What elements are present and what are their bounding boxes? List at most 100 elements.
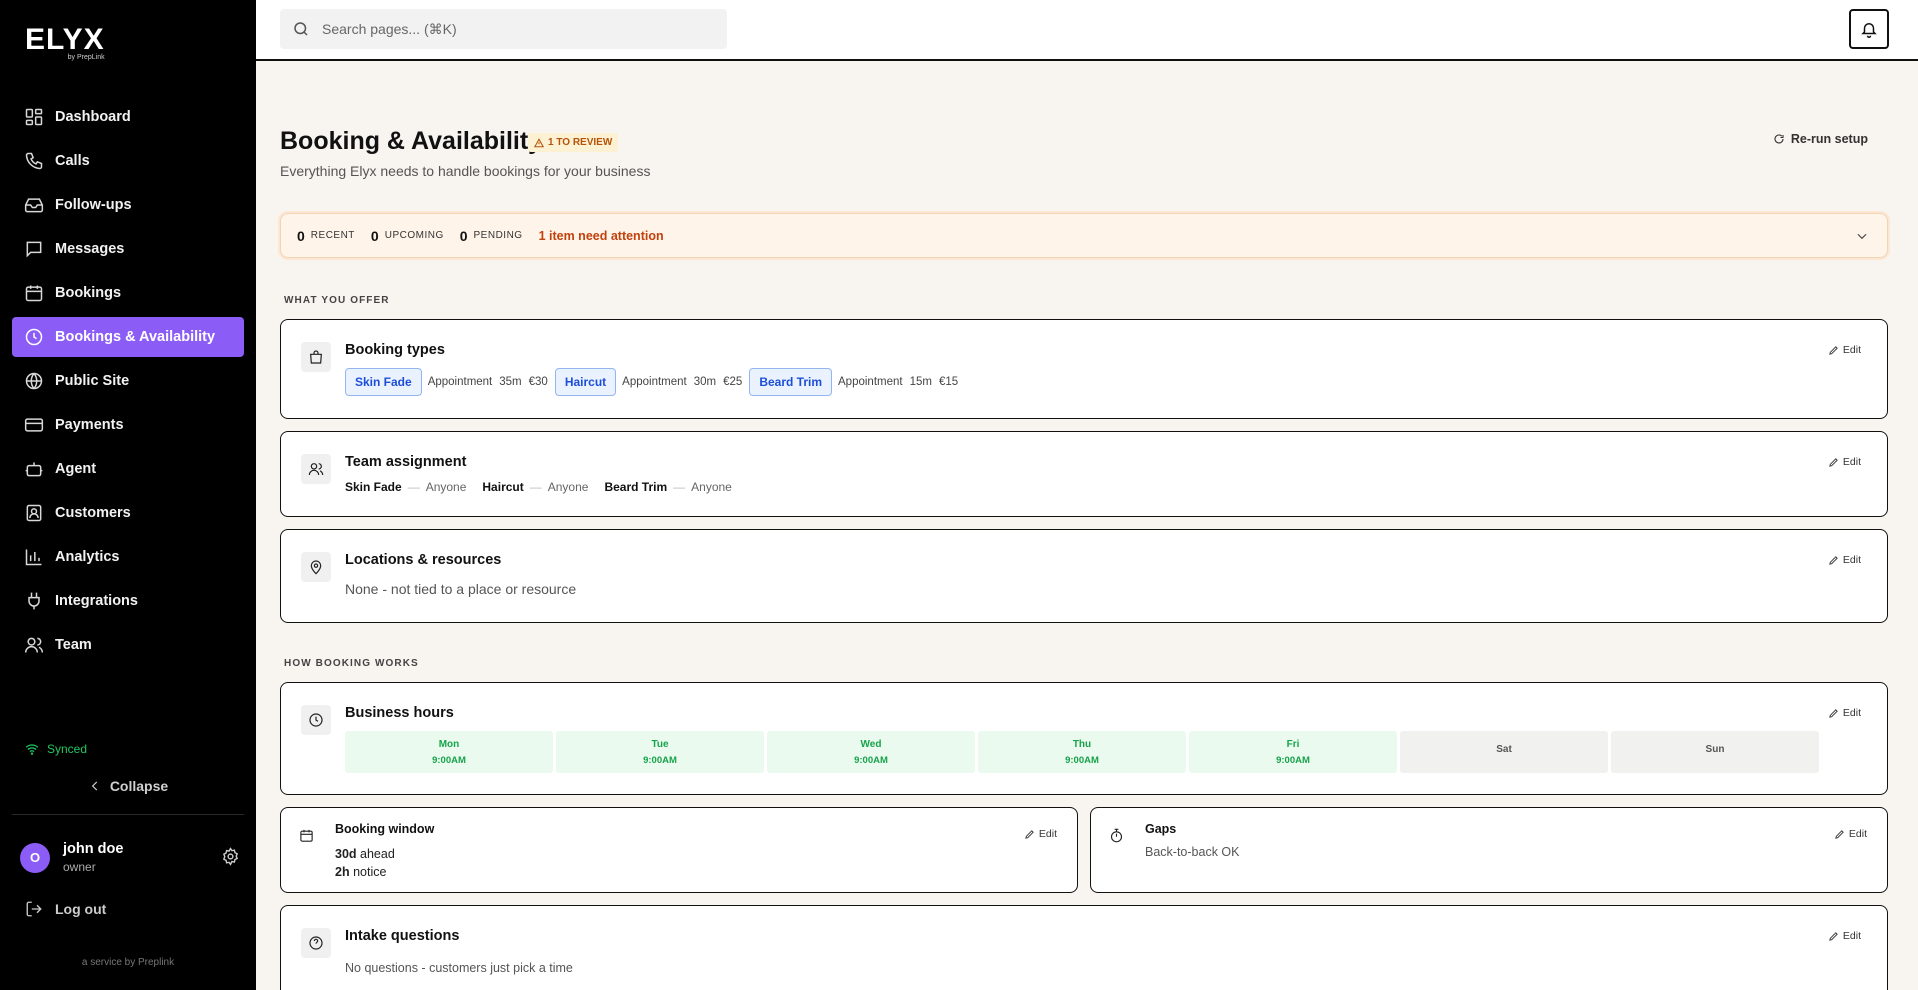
users-icon	[24, 637, 44, 653]
review-badge[interactable]: 1 TO REVIEW	[528, 133, 619, 152]
team-assignment-list: Skin Fade — Anyone Haircut — Anyone Bear…	[345, 480, 748, 494]
rerun-setup-button[interactable]: Re-run setup	[1773, 132, 1868, 146]
sidebar-item-integrations[interactable]: Integrations	[12, 581, 244, 621]
search-icon	[294, 22, 308, 36]
notifications-button[interactable]	[1849, 9, 1889, 49]
edit-button[interactable]: Edit	[1834, 828, 1867, 840]
team-service: Haircut	[482, 480, 524, 494]
card-title: Intake questions	[345, 928, 460, 944]
edit-button[interactable]: Edit	[1828, 344, 1861, 356]
phone-icon	[25, 152, 43, 170]
collapse-button[interactable]: Collapse	[0, 778, 256, 794]
card-title: Booking window	[335, 822, 435, 836]
card-icon	[24, 418, 44, 432]
sidebar-item-follow-ups[interactable]: Follow-ups	[12, 185, 244, 225]
sync-status-label: Synced	[47, 742, 88, 756]
pencil-icon	[1829, 457, 1838, 467]
chevron-left-icon	[91, 781, 97, 791]
sidebar-item-messages[interactable]: Messages	[12, 229, 244, 269]
booking-type-price: €25	[723, 376, 743, 388]
pencil-icon	[1829, 708, 1838, 718]
sidebar-item-team[interactable]: Team	[12, 625, 244, 665]
calendar-icon	[25, 285, 43, 302]
rerun-setup-label: Re-run setup	[1790, 132, 1868, 146]
sidebar-item-customers[interactable]: Customers	[12, 493, 244, 533]
pending-count: 0	[459, 227, 468, 244]
chevron-down-icon[interactable]	[1855, 229, 1869, 243]
sidebar-item-label: Follow-ups	[55, 197, 132, 213]
edit-label: Edit	[1038, 828, 1057, 840]
day-name: Sun	[1705, 744, 1725, 755]
bag-icon	[301, 342, 331, 372]
sidebar-item-label: Calls	[55, 153, 90, 169]
sidebar-item-payments[interactable]: Payments	[12, 405, 244, 445]
upcoming-count: 0	[370, 227, 379, 244]
brand-logo[interactable]: ELYX by PrepLink	[25, 25, 105, 62]
booking-type-kind: Appointment	[622, 376, 687, 388]
edit-label: Edit	[1842, 707, 1861, 719]
day-cell-thu[interactable]: Thu 9:00AM	[978, 731, 1186, 773]
locations-text: None - not tied to a place or resource	[345, 581, 577, 597]
sidebar-item-public-site[interactable]: Public Site	[12, 361, 244, 401]
avatar[interactable]: O	[20, 842, 50, 873]
edit-button[interactable]: Edit	[1024, 828, 1057, 840]
booking-type-chip[interactable]: Haircut	[554, 368, 617, 396]
contact-icon	[26, 504, 42, 522]
booking-type-chip[interactable]: Beard Trim	[749, 368, 833, 396]
team-assignee: Anyone	[547, 480, 589, 494]
sidebar-item-bookings[interactable]: Bookings	[12, 273, 244, 313]
day-cell-sat[interactable]: Sat	[1400, 731, 1608, 773]
day-cell-mon[interactable]: Mon 9:00AM	[345, 731, 553, 773]
day-time: 9:00AM	[854, 754, 888, 766]
booking-type-price: €15	[938, 376, 959, 388]
intake-questions-card: Intake questions Edit No questions - cus…	[280, 905, 1888, 990]
edit-button[interactable]: Edit	[1828, 456, 1861, 468]
booking-window-card: Booking window Edit 30d ahead 2h notice	[280, 807, 1078, 893]
edit-button[interactable]: Edit	[1828, 707, 1861, 719]
pencil-icon	[1829, 931, 1838, 941]
sidebar: ELYX by PrepLink Dashboard Calls Follow-…	[0, 0, 256, 990]
team-dash: —	[407, 480, 420, 494]
day-cell-wed[interactable]: Wed 9:00AM	[767, 731, 975, 773]
card-title: Booking types	[345, 342, 445, 358]
sidebar-item-agent[interactable]: Agent	[12, 449, 244, 489]
day-time: 9:00AM	[643, 754, 677, 766]
booking-type-duration: 35m	[499, 376, 522, 388]
bot-icon	[25, 462, 43, 477]
gear-icon[interactable]	[221, 847, 240, 866]
summary-bar[interactable]: 0 RECENT 0 UPCOMING 0 PENDING 1 item nee…	[280, 213, 1888, 258]
warning-icon	[534, 137, 544, 147]
booking-type-price: €30	[528, 376, 548, 388]
recent-count: 0	[297, 227, 305, 244]
team-dash: —	[529, 480, 542, 494]
sidebar-item-label: Integrations	[55, 593, 138, 609]
day-cell-sun[interactable]: Sun	[1611, 731, 1819, 773]
day-name: Fri	[1286, 738, 1300, 750]
booking-type-kind: Appointment	[427, 376, 493, 388]
sidebar-item-bookings-availability[interactable]: Bookings & Availability	[12, 317, 244, 357]
edit-button[interactable]: Edit	[1828, 554, 1861, 566]
sidebar-item-label: Agent	[55, 461, 97, 477]
ahead-label: ahead	[356, 847, 395, 861]
booking-type-chip[interactable]: Skin Fade	[345, 368, 422, 396]
ahead-value: 30d	[335, 847, 357, 861]
sidebar-item-dashboard[interactable]: Dashboard	[12, 97, 244, 137]
sidebar-item-analytics[interactable]: Analytics	[12, 537, 244, 577]
user-name: john doe	[63, 841, 124, 857]
day-cell-tue[interactable]: Tue 9:00AM	[556, 731, 764, 773]
gaps-card: Gaps Edit Back-to-back OK	[1090, 807, 1888, 893]
service-credit: a service by Preplink	[81, 957, 175, 968]
sidebar-item-calls[interactable]: Calls	[12, 141, 244, 181]
search-box[interactable]	[280, 9, 727, 49]
page-subtitle: Everything Elyx needs to handle bookings…	[280, 163, 651, 179]
team-dash: —	[673, 480, 686, 494]
clock-icon	[25, 328, 43, 346]
edit-button[interactable]: Edit	[1828, 930, 1861, 942]
search-input[interactable]	[322, 21, 702, 37]
user-role: owner	[63, 860, 96, 874]
pencil-icon	[1025, 829, 1034, 839]
logout-button[interactable]: Log out	[25, 900, 106, 918]
pencil-icon	[1835, 829, 1844, 839]
pencil-icon	[1829, 345, 1838, 355]
day-cell-fri[interactable]: Fri 9:00AM	[1189, 731, 1397, 773]
